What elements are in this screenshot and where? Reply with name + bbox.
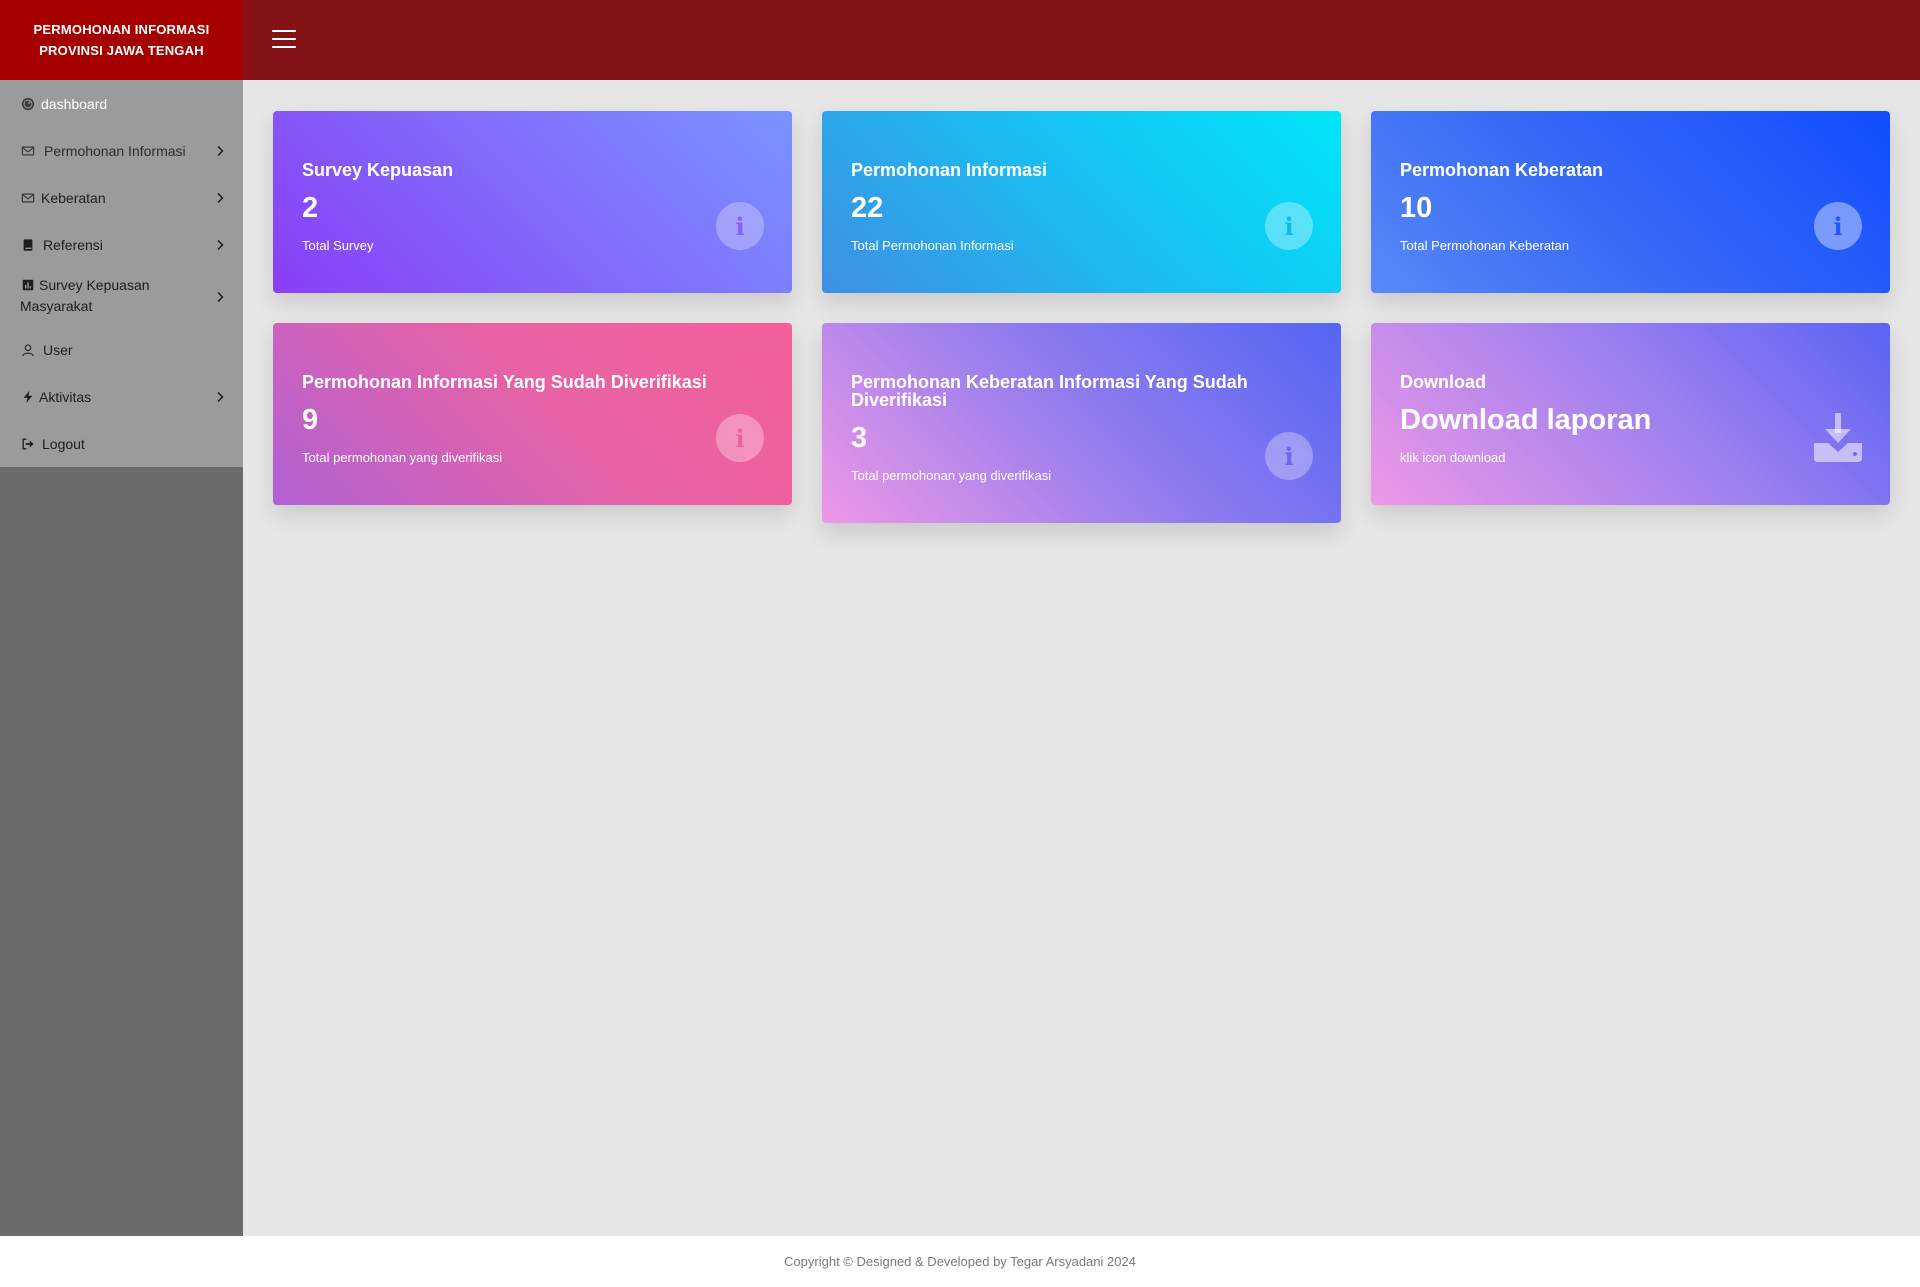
sidebar-item-dashboard[interactable]: dashboard: [0, 80, 243, 127]
sidebar-menu: dashboard Permohonan Informasi Keberatan…: [0, 80, 243, 467]
sidebar-item-label: dashboard: [41, 95, 108, 112]
footer-copyright: Copyright © Designed & Developed by Tega…: [784, 1254, 1136, 1269]
sidebar-item-logout[interactable]: Logout: [0, 420, 243, 467]
hamburger-menu-icon[interactable]: [272, 30, 296, 50]
card-value: 3: [851, 422, 868, 454]
sidebar-item-label-wrap: Survey Kepuasan Masyarakat: [20, 275, 200, 317]
sidebar-item-user[interactable]: User: [0, 326, 243, 373]
card-value: 9: [302, 404, 319, 436]
card-title: Download: [1400, 372, 1486, 392]
download-report-label: Download laporan: [1400, 404, 1652, 436]
download-report-card: Download Download laporan klik icon down…: [1371, 323, 1890, 505]
sidebar-item-label: Keberatan: [41, 189, 106, 206]
chevron-right-icon: [215, 291, 225, 303]
card-subtitle: klik icon download: [1400, 450, 1506, 465]
stat-card-permohonan-informasi: Permohonan Informasi 22 Total Permohonan…: [822, 111, 1341, 293]
info-icon[interactable]: i: [716, 414, 764, 462]
card-value: 10: [1400, 192, 1433, 224]
sidebar-item-permohonan-informasi[interactable]: Permohonan Informasi: [0, 127, 243, 174]
sidebar-item-label: User: [43, 341, 73, 358]
envelope-icon: [20, 190, 36, 206]
card-title: Permohonan Keberatan: [1400, 160, 1604, 180]
chevron-right-icon: [215, 145, 225, 157]
card-title: Permohonan Informasi Yang Sudah Diverifi…: [302, 372, 707, 392]
brand-logo[interactable]: PERMOHONAN INFORMASI PROVINSI JAWA TENGA…: [0, 0, 243, 80]
bolt-icon: [20, 389, 36, 405]
chevron-right-icon: [215, 239, 225, 251]
info-icon[interactable]: i: [716, 202, 764, 250]
brand-line-2: PROVINSI JAWA TENGAH: [39, 43, 204, 58]
user-icon: [20, 342, 36, 358]
dashboard-icon: [20, 96, 36, 112]
logout-icon: [20, 436, 36, 452]
stat-card-survey-kepuasan: Survey Kepuasan 2 Total Survey i: [273, 111, 792, 293]
card-title: Permohonan Informasi: [851, 160, 1048, 180]
card-subtitle: Total permohonan yang diverifikasi: [302, 450, 503, 465]
sidebar-item-label: Survey Kepuasan Masyarakat: [20, 277, 150, 314]
sidebar-item-label: Aktivitas: [39, 388, 92, 405]
sidebar-item-label: Permohonan Informasi: [44, 142, 186, 159]
top-navbar: [243, 0, 1920, 80]
sidebar: PERMOHONAN INFORMASI PROVINSI JAWA TENGA…: [0, 0, 243, 1236]
envelope-icon: [20, 143, 36, 159]
info-icon[interactable]: i: [1814, 202, 1862, 250]
chart-icon: [20, 277, 36, 293]
card-subtitle: Total Survey: [302, 238, 374, 253]
stat-card-permohonan-keberatan: Permohonan Keberatan 10 Total Permohonan…: [1371, 111, 1890, 293]
card-value: 22: [851, 192, 884, 224]
sidebar-item-survey-kepuasan-masyarakat[interactable]: Survey Kepuasan Masyarakat: [0, 268, 243, 326]
card-value: 2: [302, 192, 319, 224]
brand-line-1: PERMOHONAN INFORMASI: [33, 22, 210, 37]
footer: Copyright © Designed & Developed by Tega…: [0, 1236, 1920, 1287]
sidebar-item-referensi[interactable]: Referensi: [0, 221, 243, 268]
sidebar-item-keberatan[interactable]: Keberatan: [0, 174, 243, 221]
sidebar-item-label: Referensi: [43, 236, 103, 253]
card-subtitle: Total Permohonan Keberatan: [1400, 238, 1570, 253]
stat-card-keberatan-diverifikasi: Permohonan Keberatan Informasi Yang Suda…: [822, 323, 1341, 523]
card-title: Permohonan Keberatan Informasi Yang Suda…: [851, 372, 1248, 410]
book-icon: [20, 237, 36, 253]
card-title: Survey Kepuasan: [302, 160, 454, 180]
info-icon[interactable]: i: [1265, 202, 1313, 250]
info-icon[interactable]: i: [1265, 432, 1313, 480]
card-subtitle: Total Permohonan Informasi: [851, 238, 1014, 253]
sidebar-item-label: Logout: [42, 435, 85, 452]
stat-card-informasi-diverifikasi: Permohonan Informasi Yang Sudah Diverifi…: [273, 323, 792, 505]
chevron-right-icon: [215, 192, 225, 204]
chevron-right-icon: [215, 391, 225, 403]
card-subtitle: Total permohonan yang diverifikasi: [851, 468, 1052, 483]
sidebar-item-aktivitas[interactable]: Aktivitas: [0, 373, 243, 420]
download-icon[interactable]: [1812, 413, 1864, 463]
